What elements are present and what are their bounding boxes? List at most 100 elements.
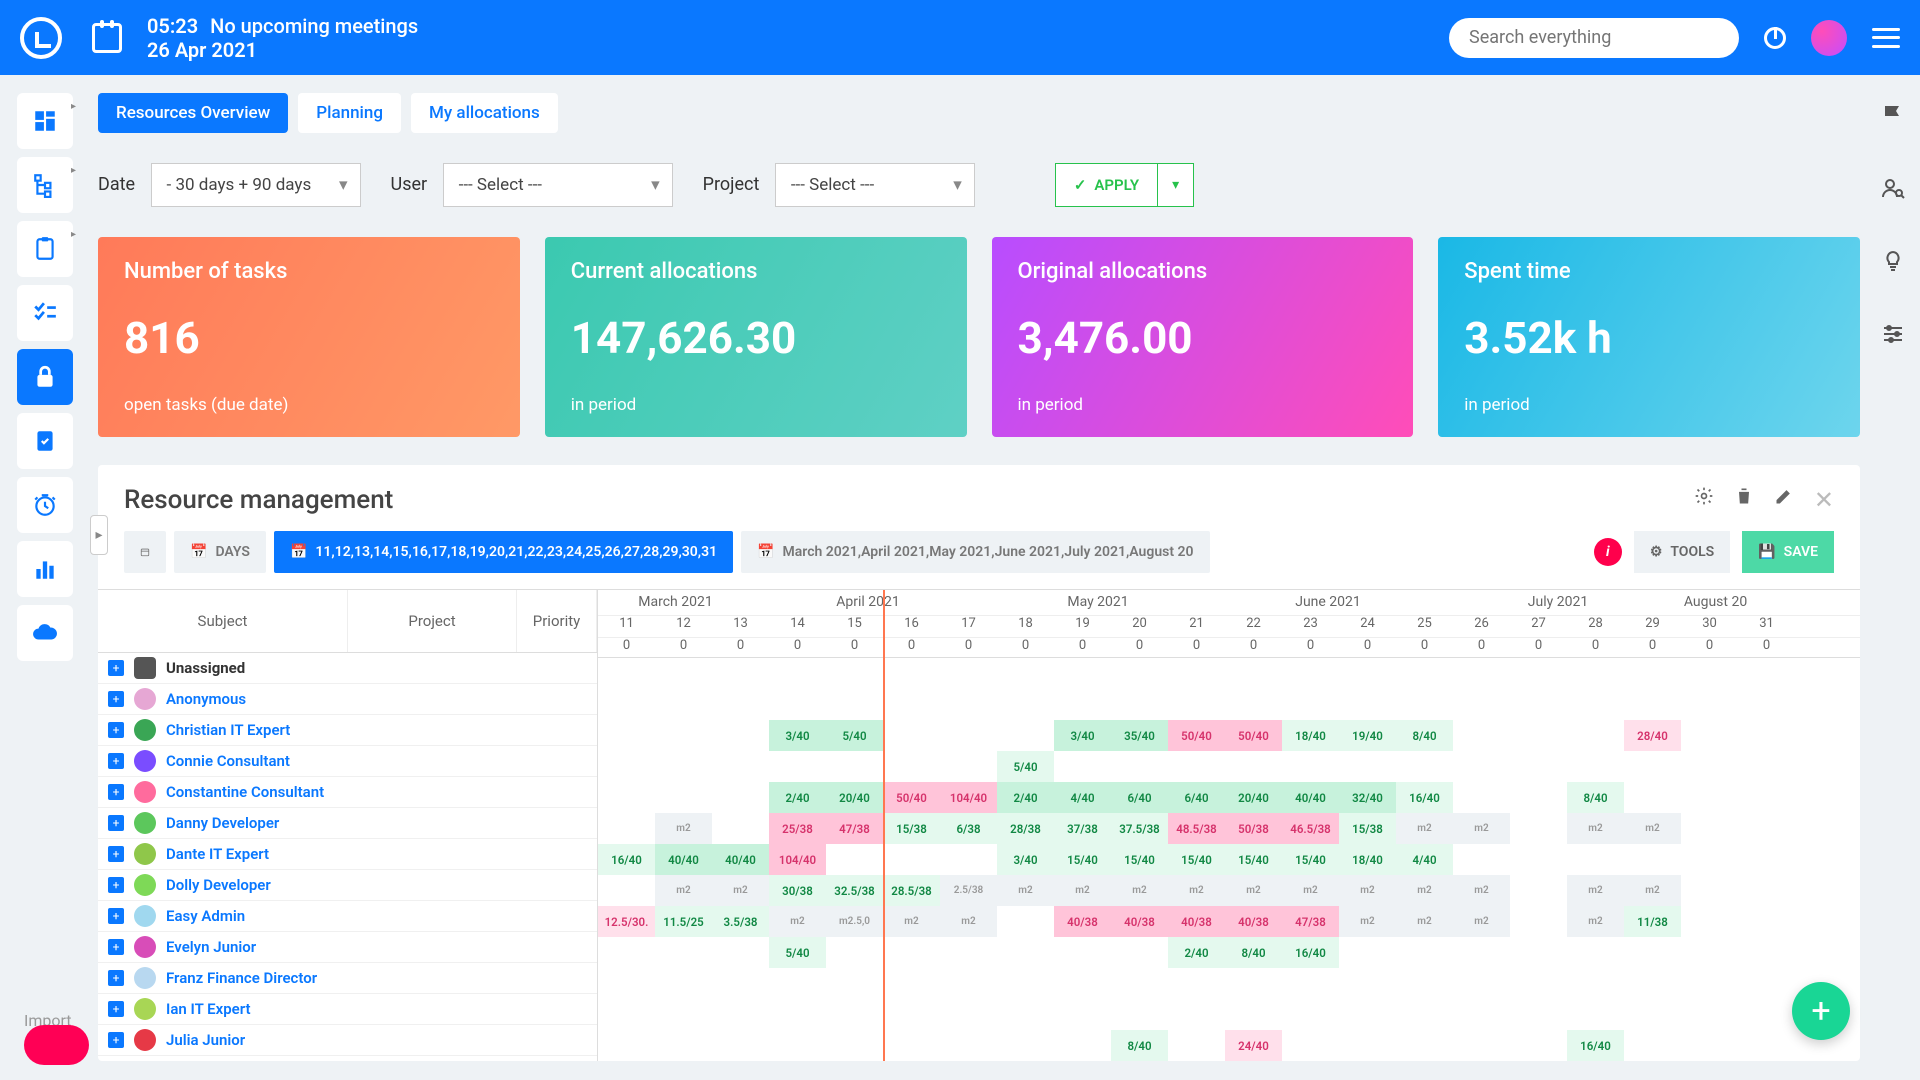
allocation-cell[interactable]: m2: [1453, 875, 1510, 906]
allocation-cell[interactable]: m2: [1453, 813, 1510, 844]
expand-icon[interactable]: +: [108, 908, 124, 924]
allocation-cell[interactable]: 47/38: [826, 813, 883, 844]
allocation-cell[interactable]: 15/40: [1282, 844, 1339, 875]
allocation-cell[interactable]: [1453, 689, 1510, 720]
gear-icon[interactable]: [1694, 486, 1714, 514]
allocation-cell[interactable]: [1396, 968, 1453, 999]
power-icon[interactable]: [1764, 27, 1786, 49]
allocation-cell[interactable]: [1738, 813, 1795, 844]
allocation-cell[interactable]: [1567, 720, 1624, 751]
allocation-cell[interactable]: 35/40: [1111, 720, 1168, 751]
allocation-cell[interactable]: [1567, 968, 1624, 999]
allocation-cell[interactable]: [598, 1030, 655, 1061]
tab-planning[interactable]: Planning: [298, 93, 401, 133]
allocation-cell[interactable]: [655, 937, 712, 968]
person-row[interactable]: +Julia Junior: [98, 1025, 597, 1056]
allocation-cell[interactable]: [1624, 844, 1681, 875]
allocation-cell[interactable]: [1225, 689, 1282, 720]
allocation-cell[interactable]: 3/40: [1054, 720, 1111, 751]
allocation-cell[interactable]: [1453, 844, 1510, 875]
allocation-cell[interactable]: [1225, 999, 1282, 1030]
allocation-cell[interactable]: 32.5/38: [826, 875, 883, 906]
allocation-cell[interactable]: 12.5/30.: [598, 906, 655, 937]
user-search-icon[interactable]: [1881, 176, 1905, 204]
allocation-cell[interactable]: [1624, 999, 1681, 1030]
allocation-cell[interactable]: [712, 1030, 769, 1061]
sidebar-dashboard-icon[interactable]: ▸: [17, 93, 73, 149]
allocation-cell[interactable]: 20/40: [826, 782, 883, 813]
allocation-cell[interactable]: 47/38: [1282, 906, 1339, 937]
allocation-cell[interactable]: [1681, 782, 1738, 813]
apply-button[interactable]: ✓ APPLY: [1055, 163, 1158, 207]
allocation-cell[interactable]: [1510, 782, 1567, 813]
tab-resources-overview[interactable]: Resources Overview: [98, 93, 288, 133]
allocation-cell[interactable]: [1738, 999, 1795, 1030]
allocation-cell[interactable]: [1054, 658, 1111, 689]
allocation-cell[interactable]: [997, 999, 1054, 1030]
allocation-cell[interactable]: 37.5/38: [1111, 813, 1168, 844]
allocation-cell[interactable]: [1738, 906, 1795, 937]
tools-button[interactable]: ⚙ TOOLS: [1634, 531, 1730, 573]
allocation-cell[interactable]: [1396, 658, 1453, 689]
allocation-cell[interactable]: [940, 968, 997, 999]
allocation-cell[interactable]: m2: [1225, 875, 1282, 906]
allocation-cell[interactable]: [1624, 689, 1681, 720]
range-days-button[interactable]: 📅 DAYS: [174, 531, 266, 573]
allocation-cell[interactable]: 8/40: [1396, 720, 1453, 751]
allocation-cell[interactable]: [1681, 999, 1738, 1030]
filter-date-select[interactable]: - 30 days + 90 days: [151, 163, 361, 207]
info-icon[interactable]: i: [1594, 538, 1622, 566]
allocation-cell[interactable]: 4/40: [1054, 782, 1111, 813]
person-row[interactable]: +Ian IT Expert: [98, 994, 597, 1025]
allocation-cell[interactable]: m2: [1111, 875, 1168, 906]
allocation-cell[interactable]: [1282, 968, 1339, 999]
allocation-cell[interactable]: [1453, 782, 1510, 813]
allocation-cell[interactable]: [1510, 1030, 1567, 1061]
allocation-cell[interactable]: [1738, 968, 1795, 999]
allocation-cell[interactable]: 28/38: [997, 813, 1054, 844]
allocation-cell[interactable]: 20/40: [1225, 782, 1282, 813]
allocation-cell[interactable]: 6/40: [1168, 782, 1225, 813]
allocation-cell[interactable]: m2: [1453, 906, 1510, 937]
allocation-cell[interactable]: 18/40: [1339, 844, 1396, 875]
allocation-cell[interactable]: [1567, 999, 1624, 1030]
allocation-cell[interactable]: [1624, 782, 1681, 813]
allocation-cell[interactable]: [1396, 1030, 1453, 1061]
allocation-cell[interactable]: [1396, 689, 1453, 720]
allocation-cell[interactable]: [598, 937, 655, 968]
allocation-cell[interactable]: [1054, 1030, 1111, 1061]
allocation-cell[interactable]: 15/40: [1225, 844, 1282, 875]
allocation-cell[interactable]: [1339, 937, 1396, 968]
allocation-cell[interactable]: 15/40: [1111, 844, 1168, 875]
allocation-cell[interactable]: [1168, 999, 1225, 1030]
allocation-cell[interactable]: [598, 968, 655, 999]
allocation-cell[interactable]: [769, 689, 826, 720]
allocation-cell[interactable]: [940, 751, 997, 782]
allocation-cell[interactable]: [1168, 689, 1225, 720]
allocation-cell[interactable]: 40/38: [1225, 906, 1282, 937]
allocation-cell[interactable]: [598, 658, 655, 689]
allocation-cell[interactable]: [1738, 937, 1795, 968]
allocation-cell[interactable]: [1681, 689, 1738, 720]
allocation-cell[interactable]: [1681, 658, 1738, 689]
allocation-cell[interactable]: 3/40: [997, 844, 1054, 875]
person-row[interactable]: +Christian IT Expert: [98, 715, 597, 746]
allocation-cell[interactable]: [883, 751, 940, 782]
allocation-cell[interactable]: [1111, 999, 1168, 1030]
allocation-cell[interactable]: 5/40: [769, 937, 826, 968]
sidebar-lock-icon[interactable]: [17, 349, 73, 405]
allocation-cell[interactable]: [826, 999, 883, 1030]
allocation-cell[interactable]: [1225, 751, 1282, 782]
allocation-cell[interactable]: [1624, 968, 1681, 999]
allocation-cell[interactable]: [1738, 875, 1795, 906]
person-row[interactable]: +Constantine Consultant: [98, 777, 597, 808]
allocation-cell[interactable]: 2/40: [769, 782, 826, 813]
allocation-cell[interactable]: [883, 844, 940, 875]
allocation-cell[interactable]: m2: [1339, 875, 1396, 906]
allocation-cell[interactable]: [1510, 999, 1567, 1030]
sliders-icon[interactable]: [1881, 322, 1905, 350]
allocation-cell[interactable]: [1396, 751, 1453, 782]
expand-icon[interactable]: +: [108, 660, 124, 676]
allocation-cell[interactable]: [1567, 844, 1624, 875]
allocation-cell[interactable]: 28/40: [1624, 720, 1681, 751]
